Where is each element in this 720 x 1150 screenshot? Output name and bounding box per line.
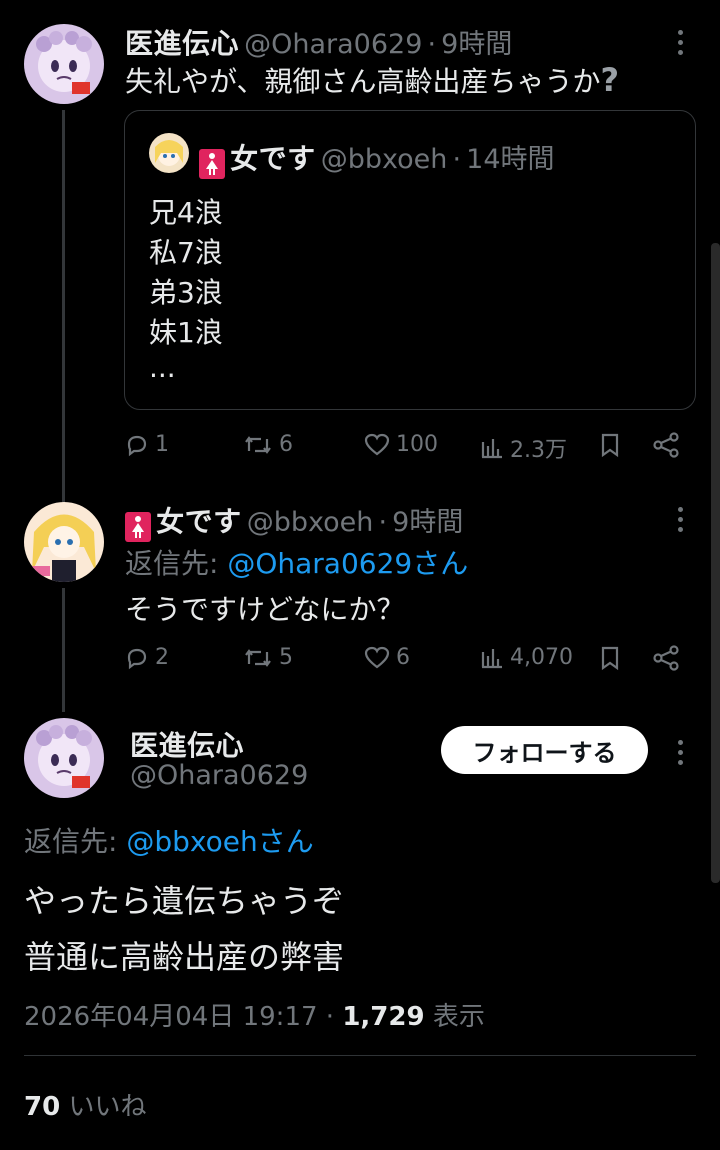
share-icon bbox=[653, 432, 679, 458]
retweet-count: 5 bbox=[279, 645, 293, 670]
retweet-icon bbox=[245, 648, 271, 667]
reply-icon bbox=[127, 648, 147, 669]
post-text: 失礼やが、親御さん高齢出産ちゃうか bbox=[125, 65, 601, 98]
views-icon bbox=[481, 648, 502, 668]
views-count: 1,729 bbox=[342, 1002, 425, 1032]
heart-icon bbox=[364, 433, 390, 455]
quote-post-time: 14時間 bbox=[466, 144, 555, 175]
like-button[interactable]: 6 bbox=[364, 645, 410, 670]
quote-author-handle[interactable]: @bbxoeh bbox=[321, 144, 448, 175]
post-text-line: 普通に高齢出産の弊害 bbox=[24, 938, 345, 976]
bookmark-button[interactable] bbox=[598, 432, 622, 458]
separator-dot: · bbox=[378, 507, 388, 538]
post-time[interactable]: 9時間 bbox=[441, 29, 512, 60]
reply-count: 2 bbox=[155, 645, 169, 670]
bookmark-icon bbox=[601, 433, 619, 458]
thread-line bbox=[62, 588, 65, 712]
views-button[interactable]: 2.3万 bbox=[480, 432, 567, 464]
post-text-line: やったら遺伝ちゃうぞ bbox=[24, 882, 345, 920]
thread-line bbox=[62, 110, 65, 504]
likes-label[interactable]: いいね bbox=[68, 1092, 146, 1122]
follow-button[interactable]: フォローする bbox=[441, 726, 648, 774]
views-count: 4,070 bbox=[510, 645, 573, 670]
female-badge-icon bbox=[125, 511, 151, 542]
author-name[interactable]: 女です bbox=[156, 505, 242, 538]
post-text: そうですけどなにか？ bbox=[125, 593, 405, 626]
views-label: 表示 bbox=[432, 1002, 485, 1032]
reply-count: 1 bbox=[155, 432, 169, 457]
quote-line: 私7浪 bbox=[149, 236, 223, 269]
like-button[interactable]: 100 bbox=[364, 432, 438, 457]
like-count: 100 bbox=[396, 432, 438, 457]
separator-dot: · bbox=[452, 144, 462, 175]
reply-button[interactable]: 1 bbox=[125, 432, 169, 457]
reply-button[interactable]: 2 bbox=[125, 645, 169, 670]
author-handle[interactable]: @Ohara0629 bbox=[244, 29, 422, 60]
reply-to-link[interactable]: @Ohara0629さん bbox=[227, 547, 468, 580]
avatar[interactable] bbox=[24, 502, 104, 582]
retweet-button[interactable]: 6 bbox=[243, 432, 293, 457]
reply-icon bbox=[127, 435, 147, 456]
share-button[interactable] bbox=[652, 645, 680, 671]
quoted-post[interactable]: 女です @bbxoeh · 14時間 兄4浪 私7浪 弟3浪 妹1浪 ... bbox=[124, 110, 696, 410]
author-handle[interactable]: @bbxoeh bbox=[247, 507, 374, 538]
retweet-button[interactable]: 5 bbox=[243, 645, 293, 670]
author-name[interactable]: 医進伝心 bbox=[130, 724, 244, 764]
post-time[interactable]: 9時間 bbox=[392, 507, 463, 538]
more-options-icon[interactable] bbox=[676, 507, 684, 537]
retweet-icon bbox=[245, 435, 271, 454]
more-options-icon[interactable] bbox=[676, 30, 684, 60]
scrollbar[interactable] bbox=[711, 243, 720, 883]
quote-line: ... bbox=[149, 351, 176, 384]
quote-avatar[interactable] bbox=[149, 133, 189, 173]
quote-line: 兄4浪 bbox=[149, 196, 223, 229]
quote-author-name[interactable]: 女です bbox=[230, 142, 316, 175]
views-count: 2.3万 bbox=[510, 438, 567, 463]
retweet-count: 6 bbox=[279, 432, 293, 457]
reply-to-label: 返信先: bbox=[125, 547, 228, 580]
reply-to-link[interactable]: @bbxoehさん bbox=[126, 825, 313, 858]
question-mark-icon: ? bbox=[600, 61, 620, 99]
post-timestamp[interactable]: 2026年04月04日 19:17 bbox=[24, 1002, 318, 1032]
avatar[interactable] bbox=[24, 718, 104, 798]
female-badge-icon bbox=[199, 148, 225, 179]
bookmark-button[interactable] bbox=[598, 645, 622, 671]
separator-dot: · bbox=[427, 29, 437, 60]
avatar[interactable] bbox=[24, 24, 104, 104]
share-button[interactable] bbox=[652, 432, 680, 458]
heart-icon bbox=[364, 646, 390, 668]
bookmark-icon bbox=[601, 646, 619, 671]
views-button[interactable]: 4,070 bbox=[480, 645, 573, 670]
likes-count[interactable]: 70 bbox=[24, 1092, 60, 1122]
author-name[interactable]: 医進伝心 bbox=[125, 27, 239, 60]
author-handle[interactable]: @Ohara0629 bbox=[130, 760, 308, 791]
more-options-icon[interactable] bbox=[676, 740, 684, 770]
share-icon bbox=[653, 645, 679, 671]
views-icon bbox=[481, 439, 502, 459]
quote-line: 妹1浪 bbox=[149, 316, 223, 349]
divider bbox=[24, 1055, 696, 1056]
like-count: 6 bbox=[396, 645, 410, 670]
quote-line: 弟3浪 bbox=[149, 276, 223, 309]
reply-to-label: 返信先: bbox=[24, 825, 127, 858]
separator-dot: · bbox=[325, 1002, 335, 1032]
